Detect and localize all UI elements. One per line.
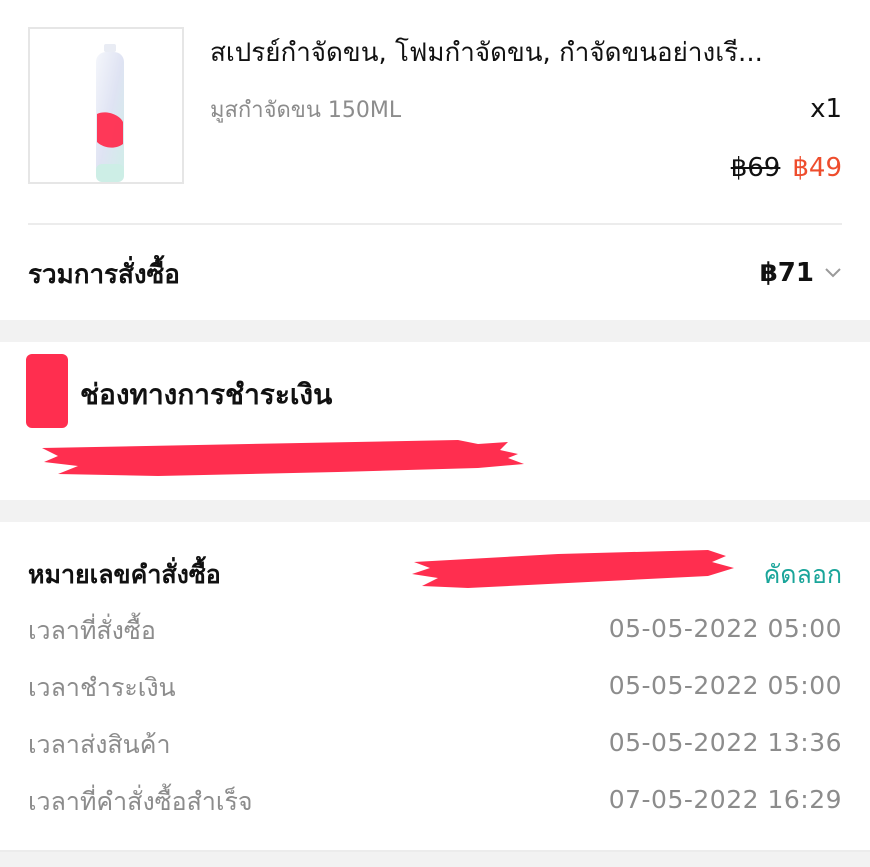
product-title[interactable]: สเปรย์กำจัดขน, โฟมกำจัดขน, กำจัดขนอย่างเ… — [210, 36, 840, 70]
redacted-order-number — [412, 550, 734, 588]
price-row: ฿69 ฿49 — [731, 151, 842, 185]
chevron-down-icon[interactable] — [822, 262, 844, 284]
redacted-payment-detail — [42, 440, 524, 476]
order-number-label: หมายเลขคำสั่งซื้อ — [28, 560, 221, 589]
product-variant: มูสกำจัดขน 150ML — [210, 98, 402, 123]
product-thumbnail[interactable] — [28, 27, 184, 184]
ship-time-value: 05-05-2022 13:36 — [608, 728, 842, 757]
sale-price: ฿49 — [792, 153, 842, 183]
product-section: สเปรย์กำจัดขน, โฟมกำจัดขน, กำจัดขนอย่างเ… — [0, 0, 870, 320]
section-gap — [0, 320, 870, 342]
payment-time-label: เวลาชำระเงิน — [28, 673, 176, 702]
original-price: ฿69 — [730, 153, 781, 183]
product-quantity: x1 — [810, 94, 842, 124]
section-gap — [0, 500, 870, 522]
payment-section: ช่องทางการชำระเงิน — [0, 342, 870, 500]
complete-time-label: เวลาที่คำสั่งซื้อสำเร็จ — [28, 787, 253, 816]
payment-title: ช่องทางการชำระเงิน — [80, 378, 333, 411]
divider — [28, 223, 842, 225]
copy-button[interactable]: คัดลอก — [764, 557, 842, 593]
spray-bottle-image — [96, 44, 124, 182]
payment-time-value: 05-05-2022 05:00 — [608, 671, 842, 700]
ship-time-label: เวลาส่งสินค้า — [28, 730, 171, 759]
order-time-value: 05-05-2022 05:00 — [608, 614, 842, 643]
section-gap — [0, 852, 870, 867]
complete-time-value: 07-05-2022 16:29 — [608, 785, 842, 814]
order-total-label: รวมการสั่งซื้อ — [28, 260, 180, 290]
redacted-payment-icon — [26, 354, 68, 428]
order-time-label: เวลาที่สั่งซื้อ — [28, 616, 156, 645]
order-total-value[interactable]: ฿71 — [760, 255, 814, 291]
